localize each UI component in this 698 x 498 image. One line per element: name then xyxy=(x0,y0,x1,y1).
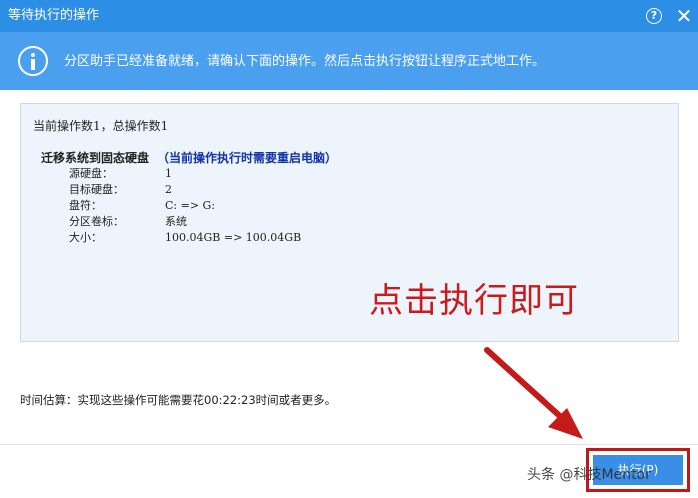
time-estimate: 时间估算：实现这些操作可能需要花00:22:23时间或者更多。 xyxy=(20,393,337,407)
annotation-arrow-icon xyxy=(484,347,583,439)
footer-divider xyxy=(0,444,698,445)
execute-button[interactable]: 执行(P) xyxy=(593,455,683,485)
